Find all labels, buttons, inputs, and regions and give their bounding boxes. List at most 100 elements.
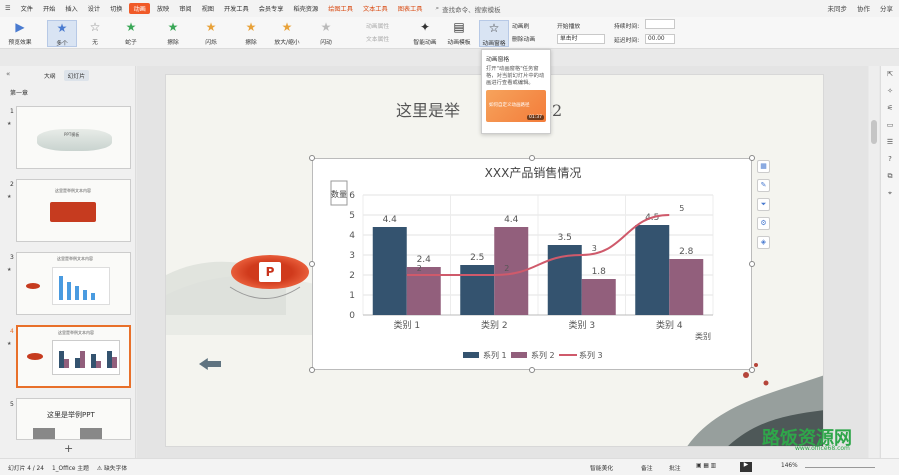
- effect-7-button[interactable]: ★ 放大/缩小: [272, 20, 302, 46]
- location-icon[interactable]: ⌖: [881, 189, 899, 206]
- menu-animation[interactable]: 动画: [129, 3, 150, 14]
- slide-thumb-2[interactable]: 这里是举例文本内容: [16, 179, 131, 242]
- resize-handle[interactable]: [529, 367, 535, 373]
- effect-6-button[interactable]: ★ 擦除: [236, 20, 266, 46]
- thumb-image: [80, 428, 102, 439]
- add-slide-button[interactable]: +: [64, 442, 73, 455]
- chart-tips-icon[interactable]: ◈: [757, 236, 770, 249]
- slide-thumb-3[interactable]: 这里是举例文本内容: [16, 252, 131, 315]
- resize-handle[interactable]: [309, 367, 315, 373]
- duration-input[interactable]: [645, 19, 675, 29]
- menu-file[interactable]: 文件: [16, 4, 38, 13]
- object-list-icon[interactable]: ☰: [881, 138, 899, 155]
- preview-effect-button[interactable]: ▶ 预览效果: [4, 20, 36, 46]
- menu-docer[interactable]: 稻壳资源: [288, 4, 323, 13]
- slide-thumb-4[interactable]: 这里是举例文本内容: [16, 325, 131, 388]
- menu-home[interactable]: 开始: [38, 4, 60, 13]
- start-play-button[interactable]: 开始播放: [557, 21, 580, 30]
- anim-props-button[interactable]: 动画属性: [366, 21, 389, 30]
- share-button[interactable]: 分享: [880, 3, 893, 13]
- effect-8-button[interactable]: ★ 闪动: [311, 20, 341, 46]
- smart-anim-button[interactable]: ✦ 智能动画: [410, 20, 440, 46]
- app-menu-icon[interactable]: ☰: [0, 5, 16, 12]
- tooltip-video[interactable]: 如何自定义动画路径 01:37: [486, 90, 546, 122]
- collapse-panel-icon[interactable]: «: [6, 70, 10, 78]
- menu-developer[interactable]: 开发工具: [219, 4, 254, 13]
- missing-font-button[interactable]: ⚠ 缺失字体: [97, 463, 127, 472]
- resize-handle[interactable]: [749, 155, 755, 161]
- chart-object[interactable]: XXX产品销售情况 数量 0 1 2 3 4 5 6 4.4 2.4 类别 1 2.5 4.4 类别 2 3.…: [312, 158, 752, 370]
- ppt-logo-image: [26, 283, 40, 289]
- anim-brush-button[interactable]: 动画刷: [512, 21, 529, 30]
- select-icon[interactable]: ⇱: [881, 70, 899, 87]
- theme-name[interactable]: 1_Office 主题: [52, 463, 89, 472]
- menu-drawing-tools[interactable]: 绘图工具: [323, 4, 358, 13]
- menu-text-tools[interactable]: 文本工具: [358, 4, 393, 13]
- menu-slideshow[interactable]: 放映: [152, 4, 174, 13]
- bar: [372, 227, 407, 315]
- delay-input[interactable]: 00.00: [645, 34, 675, 44]
- menu-member[interactable]: 会员专享: [254, 4, 289, 13]
- chart-style-brush-icon[interactable]: ✎: [757, 179, 770, 192]
- zoom-level[interactable]: 146%: [781, 463, 798, 469]
- effect-4-button[interactable]: ★ 擦除: [158, 20, 188, 46]
- effect-label: 擦除: [245, 40, 257, 46]
- resize-handle[interactable]: [309, 155, 315, 161]
- unsync-button[interactable]: 未同步: [828, 3, 848, 13]
- menu-view[interactable]: 视图: [197, 4, 219, 13]
- legend-swatch: [463, 352, 479, 358]
- start-select[interactable]: 单击时: [557, 34, 605, 44]
- menu-design[interactable]: 设计: [83, 4, 105, 13]
- resize-handle[interactable]: [309, 261, 315, 267]
- format-icon[interactable]: ⚟: [881, 104, 899, 121]
- notes-button[interactable]: 备注: [641, 463, 653, 472]
- data-label: 4.4: [383, 215, 398, 225]
- slide-layout-icon[interactable]: ▭: [881, 121, 899, 138]
- ppt-logo[interactable]: P: [231, 255, 309, 289]
- play-icon[interactable]: ▶: [740, 462, 752, 472]
- section-title[interactable]: 第一章: [10, 88, 28, 97]
- collab-button[interactable]: 协作: [857, 3, 870, 13]
- effect-2-button[interactable]: ☆ 无: [80, 20, 110, 46]
- menu-chart-tools[interactable]: 图表工具: [393, 4, 428, 13]
- anim-template-button[interactable]: ▤ 动画模板: [444, 20, 474, 46]
- help-icon[interactable]: ?: [881, 155, 899, 172]
- resize-handle[interactable]: [749, 261, 755, 267]
- scrollbar-thumb[interactable]: [871, 120, 877, 144]
- menu-insert[interactable]: 插入: [60, 4, 82, 13]
- backup-icon[interactable]: ⧉: [881, 172, 899, 189]
- animation-pane-icon[interactable]: ✧: [881, 87, 899, 104]
- delete-anim-button[interactable]: 删除动画: [512, 34, 535, 43]
- tab-outline[interactable]: 大纲: [40, 70, 60, 81]
- text-props-button[interactable]: 文本属性: [366, 34, 389, 43]
- legend-label: 系列 3: [579, 350, 603, 360]
- chart-settings-icon[interactable]: ⚙: [757, 217, 770, 230]
- smart-beautify-button[interactable]: 智能美化: [590, 463, 613, 472]
- effect-5-button[interactable]: ★ 闪烁: [196, 20, 226, 46]
- view-buttons[interactable]: ▣ ▦ ▥: [696, 463, 716, 469]
- chart-filter-icon[interactable]: ⏷: [757, 198, 770, 211]
- resize-handle[interactable]: [749, 367, 755, 373]
- thumb-caption: 这里是举例文本内容: [55, 188, 91, 193]
- vertical-scrollbar[interactable]: [869, 66, 879, 458]
- anim-pane-button[interactable]: ☆ 动画窗格: [479, 20, 509, 47]
- thumb-number: 4: [10, 328, 14, 335]
- menu-transition[interactable]: 切换: [105, 4, 127, 13]
- thumb-caption: 这里是举例文本内容: [57, 256, 93, 261]
- x-tick-label: 类别 3: [568, 319, 595, 331]
- y-tick-label: 6: [349, 191, 355, 201]
- effect-3-button[interactable]: ★ 蛇子: [116, 20, 146, 46]
- command-search[interactable]: ⌕ 查找命令、搜索模板: [435, 4, 500, 14]
- menu-review[interactable]: 审阅: [174, 4, 196, 13]
- star-icon: ★: [205, 20, 217, 34]
- zoom-slider[interactable]: [805, 467, 875, 468]
- chart-elements-icon[interactable]: ▦: [757, 160, 770, 173]
- chart-svg: XXX产品销售情况数量01234564.42.4类别 12.54.4类别 23.…: [330, 165, 714, 360]
- resize-handle[interactable]: [529, 155, 535, 161]
- slide-thumb-1[interactable]: PPT模板: [16, 106, 131, 169]
- slide-thumb-5[interactable]: 这里是举例PPT: [16, 398, 131, 440]
- chart-title: XXX产品销售情况: [485, 165, 582, 180]
- effect-1-button[interactable]: ★ 多个: [47, 20, 77, 47]
- comments-button[interactable]: 批注: [669, 463, 681, 472]
- tab-slides[interactable]: 幻灯片: [63, 70, 90, 81]
